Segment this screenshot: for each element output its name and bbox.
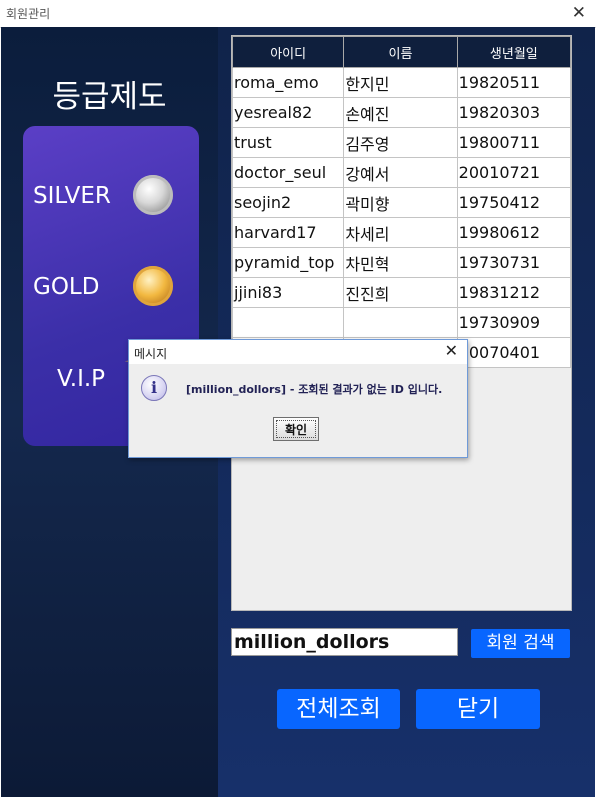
cell-birth[interactable]: 19820303: [456, 97, 572, 128]
table-header-row: 아이디 이름 생년월일: [231, 36, 572, 68]
cell-id[interactable]: [231, 307, 345, 338]
grade-title: 등급제도: [52, 79, 167, 115]
table-row[interactable]: roma_emo 한지민 19820511: [231, 67, 572, 98]
table-row[interactable]: seojin2 곽미향 19750412: [231, 187, 572, 218]
gold-medal-icon: [133, 266, 173, 306]
cell-name[interactable]: 한지민: [343, 67, 458, 98]
table-row[interactable]: doctor_seul 강예서 20010721: [231, 157, 572, 188]
cell-birth[interactable]: 19800711: [456, 127, 572, 158]
member-table[interactable]: 아이디 이름 생년월일 roma_emo 한지민 19820511 yesreal8…: [231, 35, 572, 611]
view-all-button[interactable]: 전체조회: [277, 689, 400, 729]
cell-id[interactable]: jjini83: [231, 277, 345, 308]
cell-name[interactable]: 차세리: [343, 217, 458, 248]
grade-label-vip: V.I.P: [57, 366, 106, 392]
cell-birth[interactable]: 19730731: [456, 247, 572, 278]
grade-row-gold: GOLD: [23, 266, 199, 310]
cell-name[interactable]: 곽미향: [343, 187, 458, 218]
column-header-id[interactable]: 아이디: [231, 36, 345, 68]
cell-name[interactable]: 강예서: [343, 157, 458, 188]
cell-birth[interactable]: 20070401: [456, 337, 572, 368]
table-row[interactable]: yesreal82 손예진 19820303: [231, 97, 572, 128]
cell-id[interactable]: doctor_seul: [231, 157, 345, 188]
dialog-body: i [million_dollors] - 조회된 결과가 없는 ID 입니다.…: [129, 364, 467, 457]
table-row[interactable]: harvard17 차세리 19980612: [231, 217, 572, 248]
cell-id[interactable]: pyramid_top: [231, 247, 345, 278]
cell-birth[interactable]: 19750412: [456, 187, 572, 218]
dialog-close-icon[interactable]: ✕: [445, 341, 458, 360]
table-row[interactable]: jjini83 진진희 19831212: [231, 277, 572, 308]
title-bar: 회원관리 ✕: [0, 0, 596, 28]
table-row[interactable]: pyramid_top 차민혁 19730731: [231, 247, 572, 278]
cell-id[interactable]: roma_emo: [231, 67, 345, 98]
table-row[interactable]: trust 김주영 19800711: [231, 127, 572, 158]
column-header-birth[interactable]: 생년월일: [456, 36, 572, 68]
dialog-message: [million_dollors] - 조회된 결과가 없는 ID 입니다.: [186, 383, 443, 396]
cell-birth[interactable]: 19831212: [456, 277, 572, 308]
cell-birth[interactable]: 19820511: [456, 67, 572, 98]
cell-name[interactable]: 진진희: [343, 277, 458, 308]
silver-medal-icon: [133, 175, 173, 215]
cell-birth[interactable]: 19730909: [456, 307, 572, 338]
cell-id[interactable]: harvard17: [231, 217, 345, 248]
message-dialog: 메시지 ✕ i [million_dollors] - 조회된 결과가 없는 I…: [128, 339, 468, 458]
ok-button[interactable]: 확인: [273, 417, 319, 441]
cell-name[interactable]: 손예진: [343, 97, 458, 128]
grade-label-silver: SILVER: [33, 183, 111, 209]
close-button[interactable]: 닫기: [416, 689, 540, 729]
cell-id[interactable]: seojin2: [231, 187, 345, 218]
cell-name[interactable]: 차민혁: [343, 247, 458, 278]
window-title: 회원관리: [6, 7, 51, 21]
cell-birth[interactable]: 20010721: [456, 157, 572, 188]
info-icon: i: [141, 375, 167, 401]
dialog-title: 메시지: [134, 347, 168, 361]
grade-label-gold: GOLD: [33, 274, 100, 300]
cell-id[interactable]: trust: [231, 127, 345, 158]
table-row[interactable]: 19730909: [231, 307, 572, 338]
cell-name[interactable]: 김주영: [343, 127, 458, 158]
cell-name[interactable]: [343, 307, 458, 338]
column-header-name[interactable]: 이름: [343, 36, 458, 68]
grade-row-silver: SILVER: [23, 175, 199, 219]
cell-id[interactable]: yesreal82: [231, 97, 345, 128]
close-icon[interactable]: ✕: [572, 3, 586, 23]
cell-birth[interactable]: 19980612: [456, 217, 572, 248]
member-search-button[interactable]: 회원 검색: [471, 629, 570, 658]
search-input[interactable]: million_dollors: [231, 628, 458, 656]
